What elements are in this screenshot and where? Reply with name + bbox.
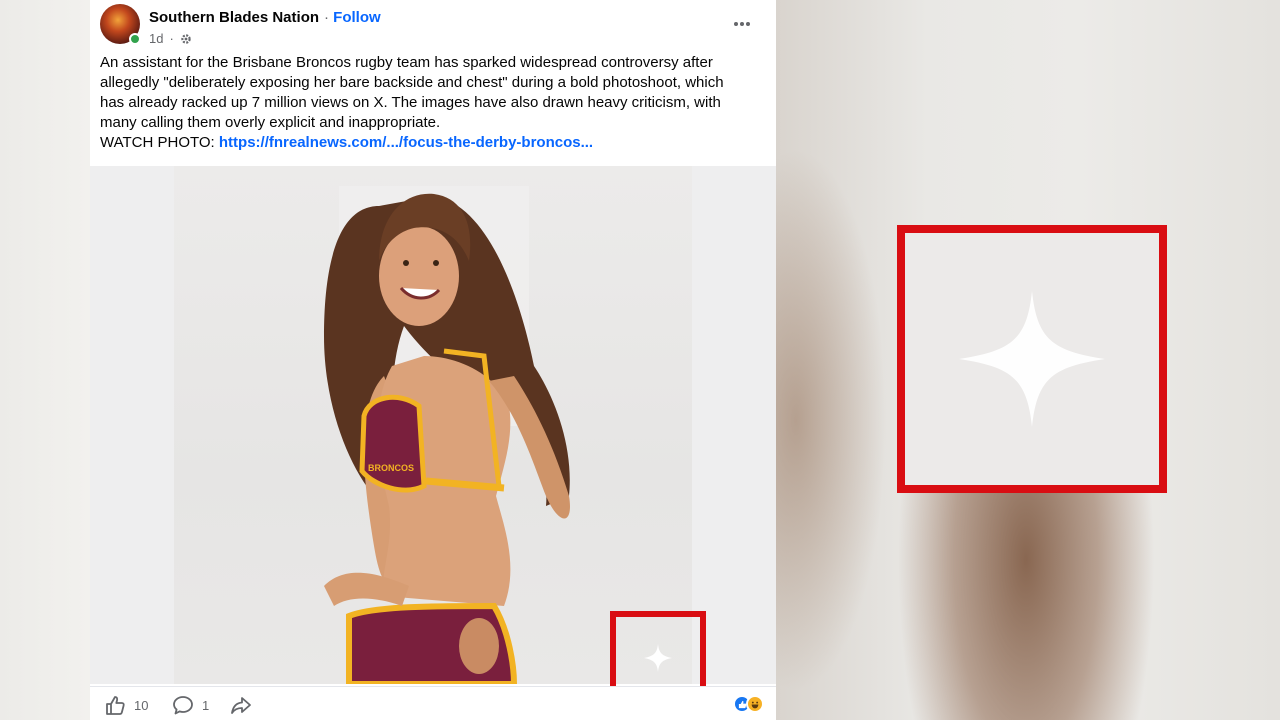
comment-bubble-icon bbox=[173, 696, 193, 715]
like-button[interactable]: 10 bbox=[104, 694, 148, 716]
follow-wrap: · Follow bbox=[324, 9, 381, 26]
ai-sparkle-watermark-icon bbox=[959, 291, 1105, 427]
more-options-icon[interactable] bbox=[732, 14, 752, 34]
post-action-bar: 10 1 bbox=[90, 686, 776, 720]
haha-reaction-icon bbox=[746, 695, 764, 713]
post-text-line: allegedly "deliberately exposing her bar… bbox=[100, 74, 724, 91]
comment-count: 1 bbox=[202, 697, 210, 713]
separator-dot: · bbox=[324, 9, 329, 26]
post-time[interactable]: 1d bbox=[149, 31, 163, 46]
post-header: Southern Blades Nation · Follow 1d · bbox=[100, 4, 770, 48]
gear-icon[interactable] bbox=[180, 33, 192, 45]
follow-button[interactable]: Follow bbox=[333, 9, 381, 26]
thumbs-up-icon bbox=[106, 696, 125, 715]
share-button[interactable] bbox=[230, 694, 252, 716]
post-text-line: many calling them overly explicit and in… bbox=[100, 114, 441, 131]
page-name[interactable]: Southern Blades Nation bbox=[149, 9, 319, 26]
reaction-summary[interactable] bbox=[733, 695, 764, 713]
share-arrow-icon bbox=[231, 697, 251, 714]
watch-photo-line: WATCH PHOTO: https://fnrealnews.com/.../… bbox=[100, 133, 770, 153]
post-card: Southern Blades Nation · Follow 1d · An … bbox=[90, 0, 776, 720]
post-text: An assistant for the Brisbane Broncos ru… bbox=[100, 53, 770, 153]
left-backdrop bbox=[0, 0, 90, 720]
photo-illustration: BRONCOS bbox=[324, 186, 570, 684]
post-text-line: An assistant for the Brisbane Broncos ru… bbox=[100, 54, 713, 71]
post-text-line: has already racked up 7 million views on… bbox=[100, 94, 721, 111]
watch-photo-label: WATCH PHOTO: bbox=[100, 134, 219, 151]
post-image-area[interactable]: BRONCOS bbox=[90, 166, 776, 705]
comment-button[interactable]: 1 bbox=[172, 694, 209, 716]
meta-dot: · bbox=[169, 31, 174, 46]
post-photo[interactable]: BRONCOS bbox=[174, 166, 692, 684]
post-meta: 1d · bbox=[149, 31, 192, 46]
photo-logo-text: BRONCOS bbox=[368, 463, 414, 473]
online-status-dot bbox=[129, 33, 141, 45]
zoomed-watermark-highlight bbox=[897, 225, 1167, 493]
article-link[interactable]: https://fnrealnews.com/.../focus-the-der… bbox=[219, 134, 593, 151]
ai-sparkle-watermark-icon bbox=[644, 644, 672, 672]
like-count: 10 bbox=[134, 697, 149, 713]
